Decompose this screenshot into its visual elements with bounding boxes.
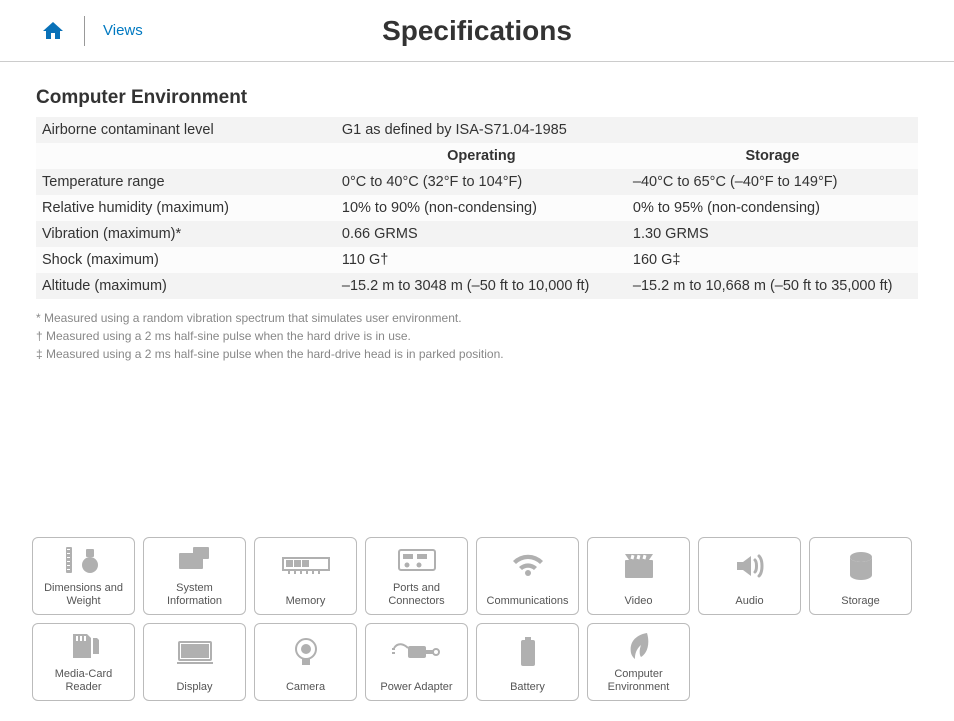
tile-label: Media-Card Reader bbox=[33, 668, 134, 694]
row-operating: 110 G† bbox=[336, 247, 627, 273]
home-icon[interactable] bbox=[40, 19, 66, 43]
footnote: ‡ Measured using a 2 ms half-sine pulse … bbox=[36, 345, 918, 363]
tile-label: Ports and Connectors bbox=[366, 582, 467, 608]
tile-label: Video bbox=[621, 595, 657, 608]
specs-table: Airborne contaminant level G1 as defined… bbox=[36, 117, 918, 299]
storage-db-icon bbox=[848, 538, 874, 595]
footnote: † Measured using a 2 ms half-sine pulse … bbox=[36, 327, 918, 345]
row-value: G1 as defined by ISA-S71.04-1985 bbox=[336, 117, 918, 143]
tile-label: Communications bbox=[483, 595, 573, 608]
header: Views Specifications bbox=[0, 0, 954, 62]
tile-label: Computer Environment bbox=[588, 668, 689, 694]
tile-leaf[interactable]: Computer Environment bbox=[587, 623, 690, 701]
tile-label: System Information bbox=[144, 582, 245, 608]
row-storage: 0% to 95% (non-condensing) bbox=[627, 195, 918, 221]
row-operating: 0.66 GRMS bbox=[336, 221, 627, 247]
column-header-storage: Storage bbox=[627, 143, 918, 169]
battery-icon bbox=[519, 624, 537, 681]
camera-icon bbox=[291, 624, 321, 681]
tile-video[interactable]: Video bbox=[587, 537, 690, 615]
page-title: Specifications bbox=[382, 15, 572, 47]
tile-label: Battery bbox=[506, 681, 549, 694]
ports-icon bbox=[397, 538, 437, 582]
tile-label: Power Adapter bbox=[376, 681, 456, 694]
tile-display[interactable]: Display bbox=[143, 623, 246, 701]
tile-wifi[interactable]: Communications bbox=[476, 537, 579, 615]
dimensions-icon bbox=[64, 538, 104, 582]
header-divider bbox=[84, 16, 85, 46]
tile-label: Dimensions and Weight bbox=[33, 582, 134, 608]
row-storage: 1.30 GRMS bbox=[627, 221, 918, 247]
footnote: * Measured using a random vibration spec… bbox=[36, 309, 918, 327]
memory-icon bbox=[281, 538, 331, 595]
tile-storage-db[interactable]: Storage bbox=[809, 537, 912, 615]
tile-label: Memory bbox=[282, 595, 330, 608]
tile-dimensions[interactable]: Dimensions and Weight bbox=[32, 537, 135, 615]
tile-ports[interactable]: Ports and Connectors bbox=[365, 537, 468, 615]
section-title: Computer Environment bbox=[36, 87, 918, 109]
tile-label: Audio bbox=[731, 595, 767, 608]
content: Computer Environment Airborne contaminan… bbox=[0, 62, 954, 363]
tile-label: Storage bbox=[837, 595, 884, 608]
tile-camera[interactable]: Camera bbox=[254, 623, 357, 701]
video-icon bbox=[621, 538, 657, 595]
tile-audio[interactable]: Audio bbox=[698, 537, 801, 615]
row-label: Altitude (maximum) bbox=[36, 273, 336, 299]
row-label: Temperature range bbox=[36, 169, 336, 195]
row-operating: 10% to 90% (non-condensing) bbox=[336, 195, 627, 221]
display-icon bbox=[175, 624, 215, 681]
row-label: Airborne contaminant level bbox=[36, 117, 336, 143]
wifi-icon bbox=[510, 538, 546, 595]
row-storage: –40°C to 65°C (–40°F to 149°F) bbox=[627, 169, 918, 195]
row-label: Vibration (maximum)* bbox=[36, 221, 336, 247]
sd-card-icon bbox=[67, 624, 101, 668]
system-info-icon bbox=[175, 538, 215, 582]
row-operating: 0°C to 40°C (32°F to 104°F) bbox=[336, 169, 627, 195]
audio-icon bbox=[733, 538, 767, 595]
row-storage: –15.2 m to 10,668 m (–50 ft to 35,000 ft… bbox=[627, 273, 918, 299]
leaf-icon bbox=[625, 624, 653, 668]
views-link[interactable]: Views bbox=[103, 22, 143, 39]
tile-label: Camera bbox=[282, 681, 329, 694]
row-storage: 160 G‡ bbox=[627, 247, 918, 273]
row-operating: –15.2 m to 3048 m (–50 ft to 10,000 ft) bbox=[336, 273, 627, 299]
tile-system-info[interactable]: System Information bbox=[143, 537, 246, 615]
column-header-operating: Operating bbox=[336, 143, 627, 169]
footnotes: * Measured using a random vibration spec… bbox=[36, 309, 918, 363]
row-label: Relative humidity (maximum) bbox=[36, 195, 336, 221]
power-icon bbox=[392, 624, 442, 681]
tile-battery[interactable]: Battery bbox=[476, 623, 579, 701]
nav-tiles: Dimensions and Weight System Information M… bbox=[32, 537, 922, 701]
tile-memory[interactable]: Memory bbox=[254, 537, 357, 615]
tile-power[interactable]: Power Adapter bbox=[365, 623, 468, 701]
tile-sd-card[interactable]: Media-Card Reader bbox=[32, 623, 135, 701]
row-label: Shock (maximum) bbox=[36, 247, 336, 273]
tile-label: Display bbox=[172, 681, 216, 694]
